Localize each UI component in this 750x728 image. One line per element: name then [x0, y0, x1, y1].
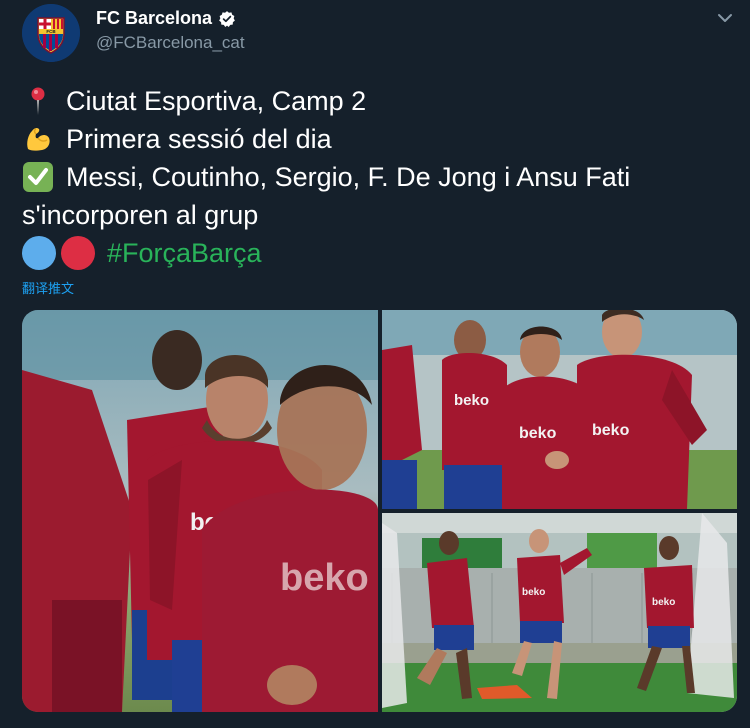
translate-tweet-link[interactable]: 翻译推文: [22, 278, 74, 297]
tweet-media-grid: beko beko beko beko beko beko: [22, 310, 737, 712]
tweet-line-hashtag: #ForçaBarça: [22, 234, 732, 272]
sponsor-text: beko: [454, 392, 489, 409]
round-pushpin-icon: [31, 87, 45, 115]
crest-text: FCB: [46, 29, 56, 34]
blue-circle-icon: [22, 236, 56, 270]
tweet-line-location: Ciutat Esportiva, Camp 2: [22, 82, 732, 120]
sponsor-text: beko: [652, 597, 675, 608]
training-photo-image: beko beko: [382, 513, 737, 712]
tweet-line-text: Messi, Coutinho, Sergio, F. De Jong i An…: [66, 162, 631, 192]
tweet-line-text: Ciutat Esportiva, Camp 2: [66, 86, 367, 116]
author-handle[interactable]: @FCBarcelona_cat: [96, 33, 245, 53]
fc-barcelona-crest-icon: FCB: [22, 4, 80, 62]
display-name[interactable]: FC Barcelona: [96, 8, 212, 29]
training-photo-image: beko beko: [22, 310, 378, 712]
tweet-line-players: Messi, Coutinho, Sergio, F. De Jong i An…: [22, 158, 732, 196]
sponsor-text: beko: [280, 557, 369, 599]
photo-coutinho-busquets[interactable]: beko beko beko: [382, 310, 737, 509]
avatar[interactable]: FCB: [22, 4, 80, 62]
red-circle-icon: [61, 236, 95, 270]
check-mark-button-icon: [23, 162, 53, 192]
photo-training-drills[interactable]: beko beko: [382, 513, 737, 712]
tweet-line-session: Primera sessió del dia: [22, 120, 732, 158]
tweet-text: Ciutat Esportiva, Camp 2 Primera sessió …: [22, 82, 732, 272]
tweet-header: FCB FC Barcelona @FCBarcelona_cat: [20, 2, 735, 64]
tweet-line-join: s'incorporen al grup: [22, 196, 732, 234]
training-photo-image: beko beko beko: [382, 310, 737, 509]
sponsor-text: beko: [592, 422, 630, 439]
tweet-line-text: Primera sessió del dia: [66, 124, 332, 154]
author-names: FC Barcelona @FCBarcelona_cat: [96, 8, 245, 53]
flexed-biceps-icon: [27, 127, 50, 151]
tweet-line-text: s'incorporen al grup: [22, 200, 259, 230]
verified-badge-icon: [219, 10, 235, 27]
sponsor-text: beko: [522, 587, 545, 598]
hashtag-link[interactable]: #ForçaBarça: [107, 234, 262, 272]
sponsor-text: beko: [519, 425, 557, 442]
chevron-down-icon[interactable]: [715, 8, 735, 28]
tweet-card: FCB FC Barcelona @FCBarcelona_cat Ciutat…: [0, 0, 750, 728]
photo-messi-coutinho[interactable]: beko beko: [22, 310, 378, 712]
